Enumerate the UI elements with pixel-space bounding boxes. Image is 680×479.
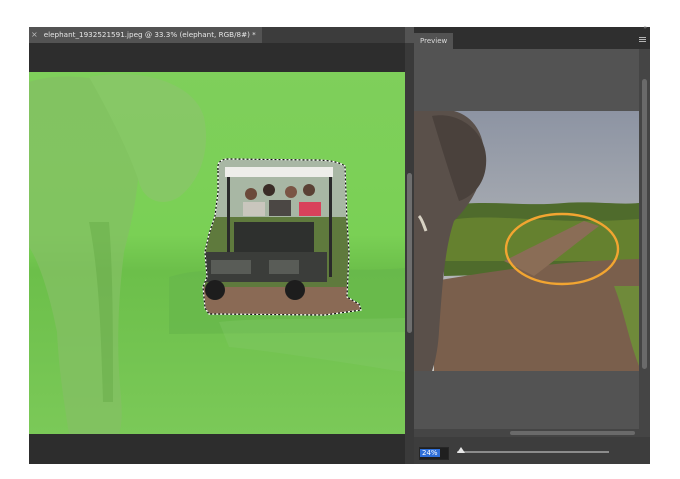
- preview-body: [414, 49, 650, 437]
- zoom-value: 24%: [420, 449, 440, 457]
- zoom-bar: 24%: [414, 437, 650, 464]
- zoom-slider-thumb[interactable]: [457, 447, 465, 453]
- document-tab-bar: × elephant_1932521591.jpeg @ 33.3% (elep…: [29, 27, 405, 43]
- zoom-input[interactable]: 24%: [419, 447, 449, 460]
- preview-panel-header: Preview »: [414, 24, 650, 49]
- close-tab-icon[interactable]: ×: [31, 27, 38, 43]
- preview-image: [414, 111, 639, 371]
- canvas-image: [29, 72, 405, 434]
- preview-horizontal-scrollbar[interactable]: [414, 429, 639, 437]
- document-area: [29, 43, 405, 464]
- preview-vertical-scrollbar[interactable]: [639, 49, 650, 437]
- double-chevron-icon[interactable]: »: [643, 24, 647, 31]
- hamburger-menu-icon[interactable]: [639, 37, 646, 42]
- preview-tab[interactable]: Preview: [414, 33, 454, 49]
- document-tab[interactable]: × elephant_1932521591.jpeg @ 33.3% (elep…: [29, 27, 262, 43]
- scrollbar-thumb[interactable]: [642, 79, 647, 369]
- document-vertical-scrollbar[interactable]: [405, 43, 414, 464]
- scrollbar-thumb[interactable]: [407, 173, 412, 333]
- preview-panel: Preview » 24%: [414, 24, 650, 464]
- scrollbar-thumb[interactable]: [510, 431, 635, 435]
- zoom-slider-track[interactable]: [457, 451, 609, 453]
- selection-cutout: [203, 159, 361, 315]
- image-canvas[interactable]: [29, 72, 405, 434]
- document-tab-title: elephant_1932521591.jpeg @ 33.3% (elepha…: [43, 30, 256, 39]
- photoshop-window: × elephant_1932521591.jpeg @ 33.3% (elep…: [29, 24, 650, 464]
- preview-photo: [414, 111, 639, 371]
